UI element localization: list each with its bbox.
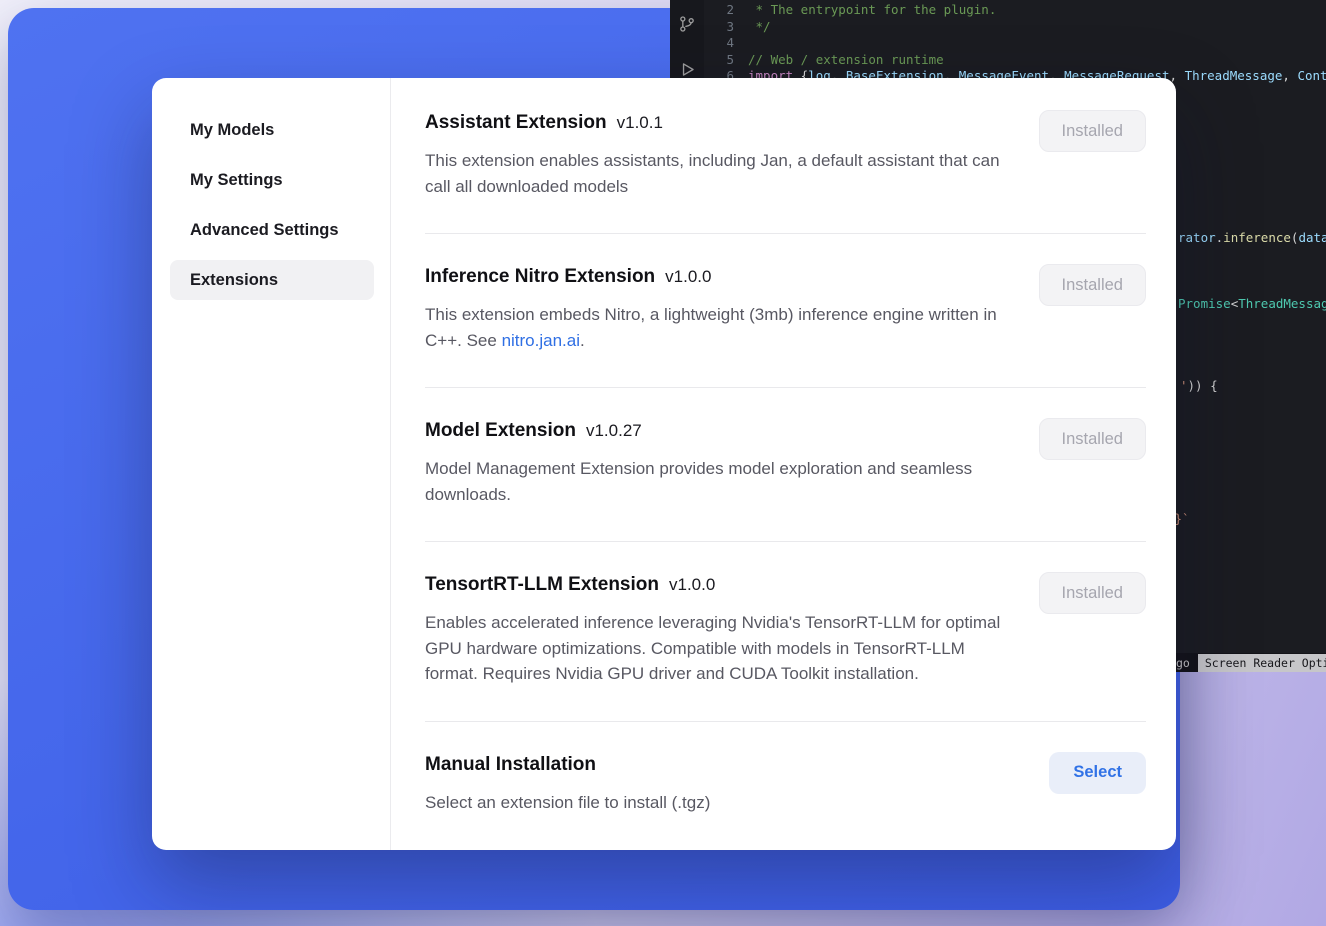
extension-row-inference-nitro: Inference Nitro Extension v1.0.0 This ext… (425, 234, 1146, 388)
extension-name: Manual Installation (425, 754, 596, 775)
installed-button: Installed (1039, 264, 1146, 306)
extension-row-manual-installation: Manual Installation Select an extension … (425, 722, 1146, 850)
code-fragment: rator.inference(data)); (1178, 230, 1326, 246)
extension-description: Select an extension file to install (.tg… (425, 790, 710, 816)
extension-description: Model Management Extension provides mode… (425, 456, 1020, 507)
extension-heading: Model Extension v1.0.27 (425, 418, 1020, 444)
line-number: 3 (704, 19, 734, 36)
extension-name: Inference Nitro Extension (425, 266, 655, 287)
code-token: ThreadMessage (1185, 68, 1283, 85)
code-comment: */ (748, 19, 771, 36)
extension-row-tensorrt-llm: TensortRT-LLM Extension v1.0.0 Enables ac… (425, 542, 1146, 722)
code-token: ContentType (1297, 68, 1326, 85)
nitro-jan-ai-link[interactable]: nitro.jan.ai (502, 331, 580, 350)
sidebar-item-extensions[interactable]: Extensions (170, 260, 374, 300)
extension-description: Enables accelerated inference leveraging… (425, 610, 1020, 687)
extension-description: This extension enables assistants, inclu… (425, 148, 1020, 199)
extension-name: Assistant Extension (425, 112, 607, 133)
settings-sidebar: My Models My Settings Advanced Settings … (152, 78, 391, 850)
line-number: 2 (704, 2, 734, 19)
code-line: 3 */ (704, 19, 1326, 36)
extension-info: Manual Installation Select an extension … (425, 752, 710, 816)
extension-heading: Manual Installation (425, 752, 710, 778)
extension-version: v1.0.27 (586, 421, 642, 440)
desktop-background: 2 * The entrypoint for the plugin. 3 */ … (0, 0, 1326, 926)
extension-description: This extension embeds Nitro, a lightweig… (425, 302, 1020, 353)
select-file-button[interactable]: Select (1049, 752, 1146, 794)
extension-info: Assistant Extension v1.0.1 This extension… (425, 110, 1020, 199)
extension-info: Model Extension v1.0.27 Model Management … (425, 418, 1020, 507)
code-line: 5 // Web / extension runtime (704, 52, 1326, 69)
extension-heading: TensortRT-LLM Extension v1.0.0 (425, 572, 1020, 598)
extension-row-assistant: Assistant Extension v1.0.1 This extension… (425, 80, 1146, 234)
extension-heading: Assistant Extension v1.0.1 (425, 110, 1020, 136)
code-comment: * The entrypoint for the plugin. (748, 2, 996, 19)
code-fragment: ')) { (1180, 378, 1218, 394)
line-number: 5 (704, 52, 734, 69)
installed-button: Installed (1039, 572, 1146, 614)
sidebar-item-my-settings[interactable]: My Settings (170, 160, 374, 200)
sidebar-item-label: My Models (190, 121, 274, 140)
code-line: 4 (704, 35, 1326, 52)
line-number: 4 (704, 35, 734, 52)
extension-version: v1.0.0 (665, 267, 711, 286)
code-line: 2 * The entrypoint for the plugin. (704, 2, 1326, 19)
description-text: . (580, 331, 585, 350)
extension-heading: Inference Nitro Extension v1.0.0 (425, 264, 1020, 290)
extension-version: v1.0.1 (617, 113, 663, 132)
extension-name: TensortRT-LLM Extension (425, 574, 659, 595)
sidebar-item-my-models[interactable]: My Models (170, 110, 374, 150)
sidebar-item-label: My Settings (190, 171, 283, 190)
code-fragment: Promise<ThreadMessage> (1178, 296, 1326, 312)
screen-reader-badge: Screen Reader Optimized (1198, 654, 1326, 672)
extensions-list: Assistant Extension v1.0.1 This extension… (391, 78, 1176, 850)
sidebar-item-label: Advanced Settings (190, 221, 339, 240)
installed-button: Installed (1039, 418, 1146, 460)
installed-button: Installed (1039, 110, 1146, 152)
status-bar-text: go (1176, 656, 1190, 670)
source-control-icon[interactable] (677, 14, 697, 38)
extension-info: TensortRT-LLM Extension v1.0.0 Enables ac… (425, 572, 1020, 687)
sidebar-item-advanced-settings[interactable]: Advanced Settings (170, 210, 374, 250)
settings-modal: My Models My Settings Advanced Settings … (152, 78, 1176, 850)
code-token: , (1282, 68, 1297, 85)
extension-row-model: Model Extension v1.0.27 Model Management … (425, 388, 1146, 542)
extension-version: v1.0.0 (669, 575, 715, 594)
extension-info: Inference Nitro Extension v1.0.0 This ext… (425, 264, 1020, 353)
sidebar-item-label: Extensions (190, 271, 278, 290)
extension-name: Model Extension (425, 420, 576, 441)
code-comment: // Web / extension runtime (748, 52, 944, 69)
code-area: 2 * The entrypoint for the plugin. 3 */ … (704, 2, 1326, 85)
